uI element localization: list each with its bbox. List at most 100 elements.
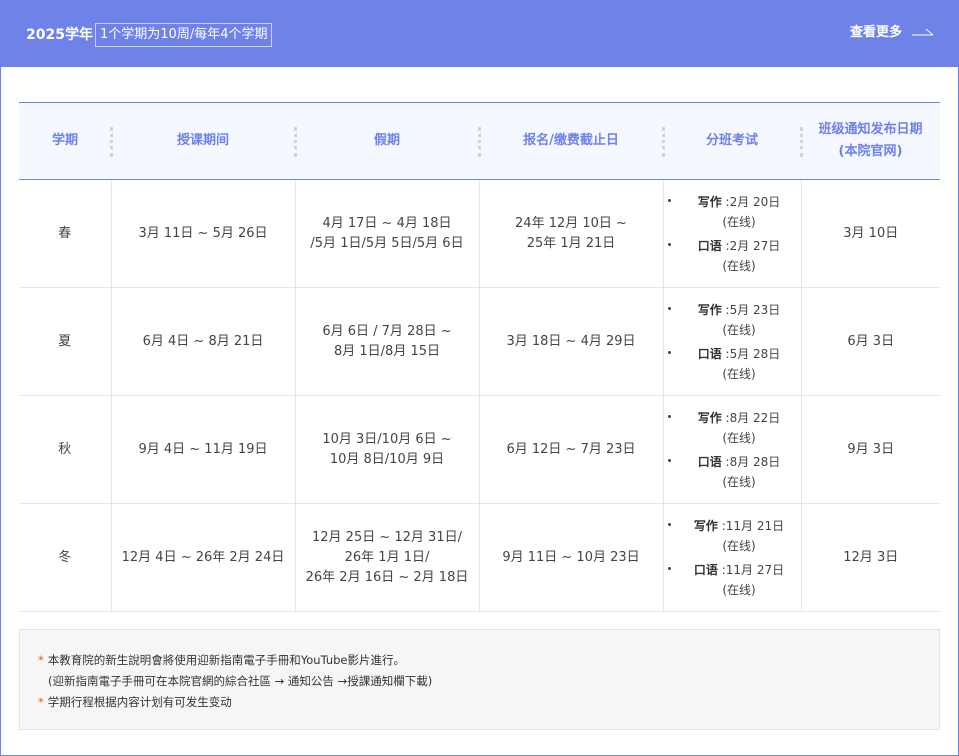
exam-item: 写作 :2月 20日 (在线) [667, 192, 797, 232]
period-cell: 3月 11日 ~ 5月 26日 [110, 179, 295, 288]
deadline-cell: 3月 18日 ~ 4月 29日 [478, 287, 663, 396]
exam-type-label: 口语 [693, 562, 718, 577]
notice-date-cell: 9月 3日 [800, 395, 940, 504]
notice-date-cell: 12月 3日 [800, 503, 940, 612]
column-separator [294, 127, 297, 157]
table-row: 冬 12月 4日 ~ 26年 2月 24日 12月 25日 ~ 12月 31日/ 2… [19, 503, 940, 612]
note-subline: (迎新指南電子手冊可在本院官網的綜合社區 → 通知公告 →授課通知欄下載) [48, 674, 433, 688]
column-separator [478, 127, 481, 157]
column-header: 报名/缴费截止日 [478, 102, 663, 180]
column-header: 假期 [294, 102, 479, 180]
exam-date: :11月 27日 [717, 562, 785, 577]
column-header: 分班考试 [662, 102, 801, 180]
exam-item: 写作 :8月 22日 (在线) [667, 408, 797, 448]
bullet-dot-icon [667, 242, 671, 246]
column-header-label: 班级通知发布日期 (本院官网) [818, 122, 923, 159]
exam-item: 口语 :5月 28日 (在线) [667, 344, 797, 384]
term-info-badge: 1个学期为10周/每年4个学期 [95, 23, 273, 47]
placement-exam-cell: 写作 :11月 21日 (在线) 口语 :11月 27日 (在线) [662, 503, 801, 612]
table-header-row: 学期 授课期间 假期 报名/缴费截止日 分班考试 班级通知发布日期 (本院官网) [19, 102, 940, 180]
column-header-label: 学期 [51, 133, 78, 148]
holiday-cell: 10月 3日/10月 6日 ~ 10月 8日/10月 9日 [294, 395, 479, 504]
exam-type-label: 写作 [697, 410, 722, 425]
note-star: * [38, 695, 44, 709]
exam-item: 口语 :8月 28日 (在线) [667, 452, 797, 492]
deadline-cell: 24年 12月 10日 ~ 25年 1月 21日 [478, 179, 663, 288]
exam-mode: (在线) [722, 582, 756, 597]
exam-item: 口语 :11月 27日 (在线) [667, 560, 797, 600]
bullet-dot-icon [667, 306, 671, 310]
exam-date: :2月 27日 [721, 238, 781, 253]
note-item: * 学期行程根据内容计划有可发生变动 [38, 693, 232, 711]
bullet-dot-icon [667, 522, 671, 526]
exam-item: 写作 :5月 23日 (在线) [667, 300, 797, 340]
table-row: 秋 9月 4日 ~ 11月 19日 10月 3日/10月 6日 ~ 10月 8日/1… [19, 395, 940, 504]
placement-exam-cell: 写作 :5月 23日 (在线) 口语 :5月 28日 (在线) [662, 287, 801, 396]
column-separator [800, 127, 803, 157]
exam-mode: (在线) [722, 538, 756, 553]
exam-date: :8月 28日 [721, 454, 781, 469]
exam-type-label: 口语 [697, 238, 722, 253]
holiday-cell: 12月 25日 ~ 12月 31日/ 26年 1月 1日/ 26年 2月 16日… [294, 503, 479, 612]
note-text: 本教育院的新生說明會將使用迎新指南電子手冊和YouTube影片進行。 [47, 653, 406, 667]
bullet-dot-icon [667, 458, 671, 462]
exam-item: 口语 :2月 27日 (在线) [667, 236, 797, 276]
period-cell: 12月 4日 ~ 26年 2月 24日 [110, 503, 295, 612]
placement-exam-cell: 写作 :2月 20日 (在线) 口语 :2月 27日 (在线) [662, 179, 801, 288]
column-header-label: 报名/缴费截止日 [523, 133, 619, 148]
exam-date: :2月 20日 [721, 194, 781, 209]
term-cell: 夏 [19, 287, 111, 396]
table-row: 春 3月 11日 ~ 5月 26日 4月 17日 ~ 4月 18日 /5月 1日/5… [19, 179, 940, 288]
term-cell: 春 [19, 179, 111, 288]
notice-date-cell: 3月 10日 [800, 179, 940, 288]
deadline-cell: 9月 11日 ~ 10月 23日 [478, 503, 663, 612]
holiday-cell: 4月 17日 ~ 4月 18日 /5月 1日/5月 5日/5月 6日 [294, 179, 479, 288]
panel-header: 2025学年 1个学期为10周/每年4个学期 查看更多 [1, 1, 958, 67]
exam-mode: (在线) [722, 366, 756, 381]
academic-year-title: 2025学年 [26, 27, 93, 43]
exam-item: 写作 :11月 21日 (在线) [667, 516, 797, 556]
note-text: 学期行程根据内容计划有可发生变动 [47, 695, 232, 709]
exam-type-label: 口语 [697, 454, 722, 469]
note-star: * [38, 653, 44, 667]
exam-date: :5月 28日 [721, 346, 781, 361]
term-cell: 秋 [19, 395, 111, 504]
exam-type-label: 口语 [697, 346, 722, 361]
exam-date: :8月 22日 [721, 410, 781, 425]
bullet-dot-icon [667, 350, 671, 354]
exam-date: :11月 21日 [717, 518, 785, 533]
note-item: * 本教育院的新生說明會將使用迎新指南電子手冊和YouTube影片進行。 [38, 651, 405, 669]
schedule-table: 学期 授课期间 假期 报名/缴费截止日 分班考试 班级通知发布日期 (本院官网) 春 3月 … [19, 102, 940, 612]
column-separator [662, 127, 665, 157]
exam-mode: (在线) [722, 322, 756, 337]
exam-mode: (在线) [722, 430, 756, 445]
exam-type-label: 写作 [693, 518, 718, 533]
arrow-right-icon[interactable] [912, 26, 934, 40]
exam-type-label: 写作 [697, 302, 722, 317]
bullet-dot-icon [667, 566, 671, 570]
notes-box: * 本教育院的新生說明會將使用迎新指南電子手冊和YouTube影片進行。 (迎新指… [19, 629, 940, 730]
column-header-label: 授课期间 [176, 133, 229, 148]
column-header: 授课期间 [110, 102, 295, 180]
table-row: 夏 6月 4日 ~ 8月 21日 6月 6日 / 7月 28日 ~ 8月 1日/8月… [19, 287, 940, 396]
placement-exam-cell: 写作 :8月 22日 (在线) 口语 :8月 28日 (在线) [662, 395, 801, 504]
holiday-cell: 6月 6日 / 7月 28日 ~ 8月 1日/8月 15日 [294, 287, 479, 396]
bullet-dot-icon [667, 414, 671, 418]
deadline-cell: 6月 12日 ~ 7月 23日 [478, 395, 663, 504]
table-body: 春 3月 11日 ~ 5月 26日 4月 17日 ~ 4月 18日 /5月 1日/5… [19, 179, 940, 612]
view-more-link[interactable]: 查看更多 [850, 23, 902, 43]
exam-date: :5月 23日 [721, 302, 781, 317]
exam-mode: (在线) [722, 214, 756, 229]
period-cell: 9月 4日 ~ 11月 19日 [110, 395, 295, 504]
exam-mode: (在线) [722, 258, 756, 273]
column-header-label: 分班考试 [705, 133, 758, 148]
term-cell: 冬 [19, 503, 111, 612]
exam-type-label: 写作 [697, 194, 722, 209]
period-cell: 6月 4日 ~ 8月 21日 [110, 287, 295, 396]
column-header: 班级通知发布日期 (本院官网) [800, 102, 940, 180]
column-separator [110, 127, 113, 157]
column-header-label: 假期 [373, 133, 400, 148]
exam-mode: (在线) [722, 474, 756, 489]
notice-date-cell: 6月 3日 [800, 287, 940, 396]
bullet-dot-icon [667, 198, 671, 202]
